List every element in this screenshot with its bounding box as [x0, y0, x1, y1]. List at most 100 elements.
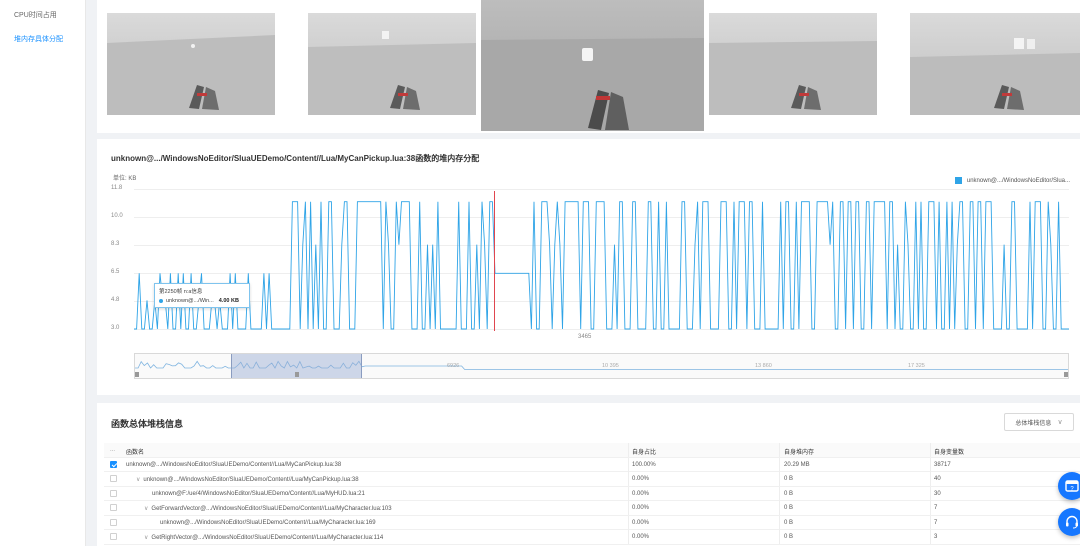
function-name-cell: unknown@F:/ue/4/WindowsNoEditor/SluaUEDe… — [152, 491, 365, 497]
table-body: unknown@.../WindowsNoEditor/SluaUEDemo/C… — [104, 457, 1080, 545]
self-vars-cell: 38717 — [934, 461, 951, 468]
function-stack-table-card: 函数总体堆栈信息 总体堆栈信息 ∨ ... 函数名 自身占比 自身堆内存 自身变… — [97, 403, 1080, 546]
row-checkbox[interactable] — [110, 489, 117, 497]
function-name-text: GetForwardVector@.../WindowsNoEditor/Slu… — [151, 506, 392, 512]
column-header-self-vars[interactable]: 自身变量数 — [934, 447, 964, 456]
zoom-tick-label: 17 325 — [908, 363, 925, 369]
y-tick-label: 8.3 — [111, 241, 120, 247]
select-all-marker[interactable]: ... — [110, 447, 115, 453]
table-row[interactable]: unknown@.../WindowsNoEditor/SluaUEDemo/C… — [104, 457, 1080, 472]
function-name-cell: ∨ GetForwardVector@.../WindowsNoEditor/Sl… — [144, 505, 392, 512]
self-heap-cell: 0 B — [784, 505, 794, 511]
cursor-frame-label: 3465 — [578, 334, 592, 340]
column-divider — [779, 515, 780, 530]
column-divider — [628, 457, 629, 472]
self-heap-cell: 0 B — [784, 476, 794, 482]
column-divider — [779, 457, 780, 472]
chart-unit-label: 单位: KB — [113, 176, 137, 182]
y-tick-label: 4.8 — [111, 297, 120, 303]
zoom-handle-center[interactable] — [295, 372, 299, 377]
function-name-text: unknown@.../WindowsNoEditor/SluaUEDemo/C… — [143, 477, 359, 483]
column-divider — [779, 486, 780, 501]
self-heap-cell: 0 B — [784, 490, 794, 497]
frame-thumbnail-4[interactable] — [709, 13, 877, 115]
table-row[interactable]: unknown@F:/ue/4/WindowsNoEditor/SluaUEDe… — [104, 486, 1080, 501]
column-header-self-heap[interactable]: 自身堆内存 — [784, 447, 814, 456]
frame-cursor-line[interactable] — [494, 191, 495, 331]
column-divider — [930, 486, 931, 501]
game-scene-image — [481, 38, 704, 131]
tooltip-title: 第2250帧 n:a信息 — [159, 289, 203, 295]
function-name-cell: unknown@.../WindowsNoEditor/SluaUEDemo/C… — [160, 520, 376, 526]
table-header-row: ... 函数名 自身占比 自身堆内存 自身变量数 — [104, 443, 1080, 458]
support-button[interactable] — [1058, 508, 1080, 536]
zoom-handle-left[interactable] — [135, 372, 139, 377]
series-line — [134, 201, 1069, 330]
y-tick-label: 6.5 — [111, 269, 120, 275]
self-ratio-cell: 0.00% — [632, 505, 650, 511]
frame-thumbnail-2[interactable] — [308, 13, 476, 115]
game-scene-image — [910, 38, 1080, 115]
heap-allocation-line-series[interactable] — [134, 186, 1069, 336]
zoom-handle-right[interactable] — [1064, 372, 1068, 377]
chart-legend[interactable]: unknown@.../WindowsNoEditor/Slua... — [954, 177, 1070, 184]
tooltip-series-name: unknown@.../Win... — [166, 298, 214, 304]
row-checkbox[interactable] — [110, 533, 117, 540]
tooltip-value: 4.00 KB — [218, 298, 239, 304]
column-header-function-name[interactable]: 函数名 — [126, 447, 144, 456]
self-vars-cell: 7 — [934, 519, 938, 526]
row-checkbox[interactable] — [110, 475, 117, 482]
chart-zoom-slider[interactable]: 6926 10 395 13 860 17 325 — [134, 353, 1069, 379]
self-ratio-cell: 100.00% — [632, 461, 656, 468]
self-vars-cell: 3 — [934, 534, 938, 540]
function-name-cell: unknown@.../WindowsNoEditor/SluaUEDemo/C… — [126, 462, 341, 468]
self-vars-cell: 30 — [934, 490, 941, 497]
game-scene-image — [308, 31, 476, 115]
sidebar-item-cpu-time[interactable]: CPU时间占用 — [0, 0, 85, 24]
row-checkbox[interactable] — [110, 460, 117, 468]
frame-thumbnail-3-selected[interactable] — [481, 0, 704, 131]
row-checkbox[interactable] — [110, 518, 117, 526]
expand-caret-icon[interactable]: ∨ — [144, 534, 148, 541]
function-name-cell: ∨ GetRightVector@.../WindowsNoEditor/Slua… — [144, 534, 383, 541]
self-vars-cell: 7 — [934, 505, 938, 511]
y-tick-label: 10.0 — [111, 213, 123, 219]
zoom-tick-label: 13 860 — [755, 363, 772, 369]
column-divider — [628, 501, 629, 515]
function-name-cell: ∨ unknown@.../WindowsNoEditor/SluaUEDemo/… — [136, 476, 359, 483]
zoom-tick-label: 10 395 — [602, 363, 619, 369]
column-divider — [779, 530, 780, 544]
row-checkbox[interactable] — [110, 504, 117, 511]
column-divider — [930, 443, 931, 457]
column-divider — [930, 457, 931, 472]
column-divider — [628, 530, 629, 544]
self-heap-cell: 0 B — [784, 534, 794, 540]
stack-view-dropdown[interactable]: 总体堆栈信息 ∨ — [1004, 413, 1074, 431]
sidebar-item-heap-allocation[interactable]: 堆内存具体分配 — [0, 24, 85, 48]
expand-caret-icon[interactable]: ∨ — [144, 505, 148, 512]
table-row[interactable]: unknown@.../WindowsNoEditor/SluaUEDemo/C… — [104, 515, 1080, 530]
function-name-text: unknown@F:/ue/4/WindowsNoEditor/SluaUEDe… — [152, 490, 365, 497]
expand-caret-icon[interactable]: ∨ — [136, 476, 140, 483]
column-divider — [930, 515, 931, 530]
column-divider — [930, 530, 931, 544]
chart-title: unknown@.../WindowsNoEditor/SluaUEDemo/C… — [111, 154, 480, 163]
column-header-self-ratio[interactable]: 自身占比 — [632, 447, 656, 456]
frame-thumbnail-1[interactable] — [107, 13, 275, 115]
y-tick-label: 11.8 — [111, 185, 123, 191]
column-divider — [628, 472, 629, 486]
column-divider — [930, 501, 931, 515]
chevron-down-icon: ∨ — [1057, 419, 1063, 426]
function-name-text: unknown@.../WindowsNoEditor/SluaUEDemo/C… — [126, 461, 342, 468]
frame-thumbnail-5[interactable] — [910, 13, 1080, 115]
table-row[interactable]: ∨ GetForwardVector@.../WindowsNoEditor/Sl… — [104, 501, 1080, 516]
table-row[interactable]: ∨ unknown@.../WindowsNoEditor/SluaUEDemo/… — [104, 472, 1080, 487]
feedback-button[interactable]: ? — [1058, 472, 1080, 500]
table-title: 函数总体堆栈信息 — [111, 419, 184, 429]
self-ratio-cell: 0.00% — [632, 476, 650, 482]
table-row[interactable]: ∨ GetRightVector@.../WindowsNoEditor/Slua… — [104, 530, 1080, 545]
game-scene-image — [107, 35, 275, 115]
self-vars-cell: 40 — [934, 476, 941, 482]
self-ratio-cell: 0.00% — [632, 490, 650, 497]
heap-allocation-chart-card: unknown@.../WindowsNoEditor/SluaUEDemo/C… — [97, 139, 1080, 395]
